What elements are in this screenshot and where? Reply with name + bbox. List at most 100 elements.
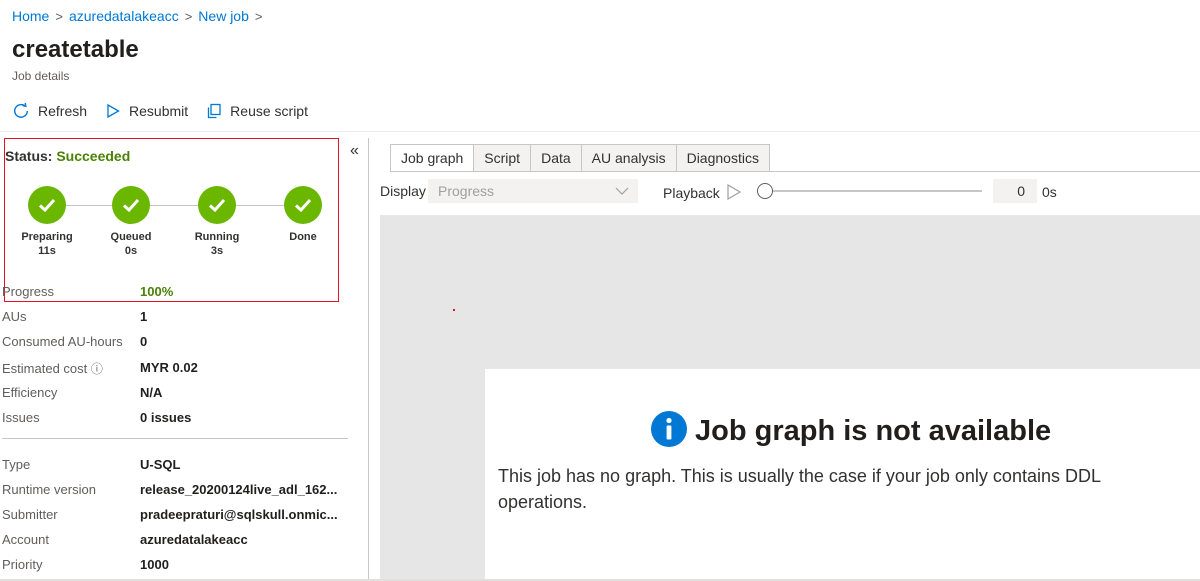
- playback-slider-thumb[interactable]: [757, 183, 773, 199]
- property-value: 100%: [140, 284, 174, 299]
- step-name: Done: [289, 231, 317, 243]
- toolbar-divider: [0, 131, 1200, 132]
- graph-unavailable-card: Job graph is not available This job has …: [485, 369, 1200, 581]
- step-name: Preparing: [21, 231, 73, 243]
- chevron-down-icon: [614, 179, 630, 210]
- property-value: 0: [140, 334, 148, 349]
- step-name: Queued: [110, 231, 152, 243]
- display-dropdown[interactable]: Progress: [428, 179, 638, 203]
- step-preparing: Preparing 11s: [7, 186, 87, 257]
- property-aus: AUs 1: [2, 309, 147, 327]
- tab-diagnostics[interactable]: Diagnostics: [676, 144, 770, 172]
- property-consumed-au-hours: Consumed AU-hours 0: [2, 334, 147, 352]
- detail-type: Type U-SQL: [2, 457, 180, 475]
- refresh-icon: [12, 102, 30, 120]
- breadcrumb-home[interactable]: Home: [12, 8, 49, 24]
- resubmit-button[interactable]: Resubmit: [105, 103, 188, 119]
- property-progress: Progress 100%: [2, 284, 173, 302]
- property-key: Type: [2, 457, 31, 472]
- playback-label: Playback: [663, 185, 720, 201]
- property-key: AUs: [2, 309, 27, 324]
- property-key: Estimated cost: [2, 361, 88, 376]
- property-value: N/A: [140, 385, 163, 400]
- copy-icon: [206, 103, 222, 119]
- tab-data[interactable]: Data: [531, 144, 582, 172]
- reuse-script-label: Reuse script: [230, 103, 308, 119]
- graph-marker: [453, 309, 455, 311]
- property-value: MYR 0.02: [140, 360, 198, 375]
- check-icon: [284, 186, 322, 224]
- detail-account: Account azuredatalakeacc: [2, 532, 248, 550]
- property-value: release_20200124live_adl_162...: [140, 482, 338, 497]
- graph-unavailable-title: Job graph is not available: [695, 415, 1052, 447]
- status-value: Succeeded: [56, 148, 131, 164]
- property-value: 1: [140, 309, 148, 324]
- panel-splitter[interactable]: [368, 138, 369, 581]
- property-key-wrap: Estimated cost ⓘ: [2, 360, 140, 378]
- property-value: pradeepraturi@sqlskull.onmic...: [140, 507, 338, 522]
- play-icon[interactable]: [726, 183, 742, 206]
- job-status-panel: Status: Succeeded Preparing 11s Queued 0…: [4, 138, 339, 302]
- step-time: 0s: [124, 245, 138, 257]
- property-estimated-cost: Estimated cost ⓘ MYR 0.02: [2, 360, 198, 378]
- property-key: Consumed AU-hours: [2, 334, 123, 349]
- display-label: Display: [380, 183, 426, 199]
- property-issues: Issues 0 issues: [2, 410, 191, 428]
- step-time: 3s: [210, 245, 224, 257]
- property-key: Runtime version: [2, 482, 96, 497]
- info-icon: [651, 411, 687, 452]
- property-key: Submitter: [2, 507, 58, 522]
- tab-script[interactable]: Script: [474, 144, 532, 172]
- refresh-button[interactable]: Refresh: [12, 102, 87, 120]
- graph-unavailable-header: Job graph is not available: [651, 411, 1051, 452]
- detail-runtime-version: Runtime version release_20200124live_adl…: [2, 482, 337, 500]
- property-key: Issues: [2, 410, 40, 425]
- breadcrumb-separator: >: [254, 8, 263, 24]
- breadcrumb-separator: >: [55, 8, 63, 24]
- check-icon: [112, 186, 150, 224]
- refresh-label: Refresh: [38, 103, 88, 119]
- property-efficiency: Efficiency N/A: [2, 385, 162, 403]
- step-time: 11s: [38, 245, 56, 257]
- graph-unavailable-body: This job has no graph. This is usually t…: [498, 466, 1101, 512]
- property-key: Priority: [2, 557, 43, 572]
- tabs-divider: [390, 171, 1200, 172]
- property-value: azuredatalakeacc: [140, 532, 248, 547]
- step-done: Done: [263, 186, 343, 245]
- collapse-panel-button[interactable]: «: [350, 142, 359, 160]
- detail-priority: Priority 1000: [2, 557, 169, 575]
- property-key: Efficiency: [2, 385, 58, 400]
- step-running: Running 3s: [177, 186, 257, 257]
- page-title: createtable: [12, 36, 139, 63]
- detail-submitter: Submitter pradeepraturi@sqlskull.onmic..…: [2, 507, 338, 525]
- play-icon: [105, 103, 121, 119]
- info-icon[interactable]: ⓘ: [91, 362, 103, 376]
- display-selected-value: Progress: [438, 183, 495, 199]
- breadcrumb-account[interactable]: azuredatalakeacc: [69, 8, 179, 24]
- property-value: U-SQL: [140, 457, 181, 472]
- status-line: Status: Succeeded: [5, 148, 130, 164]
- reuse-script-button[interactable]: Reuse script: [206, 103, 308, 119]
- breadcrumb: Home > azuredatalakeacc > New job >: [12, 8, 262, 24]
- property-value: 1000: [140, 557, 169, 572]
- tab-au-analysis[interactable]: AU analysis: [581, 144, 677, 172]
- details-divider: [2, 438, 348, 439]
- playback-time: 0s: [1042, 184, 1057, 200]
- breadcrumb-new-job[interactable]: New job: [198, 8, 249, 24]
- step-queued: Queued 0s: [91, 186, 171, 257]
- job-tabs: Job graph Script Data AU analysis Diagno…: [390, 144, 770, 172]
- playback-value-input[interactable]: 0: [993, 179, 1037, 203]
- resubmit-label: Resubmit: [129, 103, 189, 119]
- page-subtitle: Job details: [12, 69, 70, 83]
- breadcrumb-separator: >: [184, 8, 193, 24]
- property-value: 0 issues: [140, 410, 192, 425]
- property-key: Account: [2, 532, 49, 547]
- check-icon: [28, 186, 66, 224]
- property-key: Progress: [2, 284, 55, 299]
- command-bar: Refresh Resubmit Reuse script: [12, 102, 308, 120]
- step-name: Running: [194, 231, 240, 243]
- playback-slider-track[interactable]: [766, 190, 982, 192]
- tab-job-graph[interactable]: Job graph: [390, 144, 475, 172]
- check-icon: [198, 186, 236, 224]
- status-label: Status:: [5, 148, 53, 164]
